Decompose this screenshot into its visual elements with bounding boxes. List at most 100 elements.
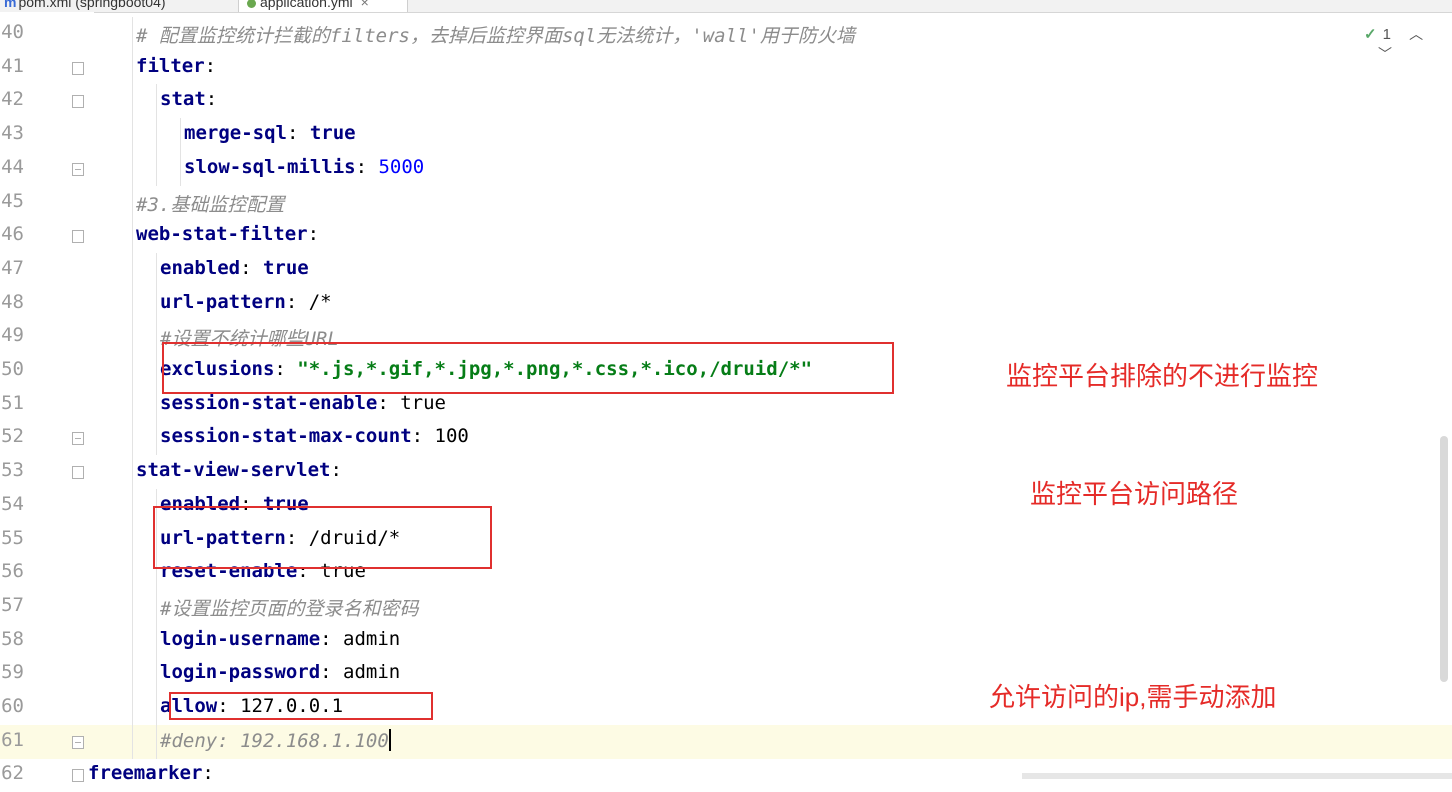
indent-guide (132, 219, 133, 254)
indent-guide (180, 151, 181, 186)
indent-guide (132, 286, 133, 321)
code-line[interactable]: 43 merge-sql: true (0, 118, 1452, 153)
tab-pom-xml[interactable]: m pom.xml (springboot04) (4, 0, 166, 12)
fold-end-icon[interactable] (72, 735, 84, 749)
code-line[interactable]: 57 #设置监控页面的登录名和密码 (0, 589, 1452, 624)
line-number: 48 (1, 290, 24, 313)
indent-guide (132, 623, 133, 658)
indent-guide (132, 724, 133, 759)
indent-guide (156, 691, 157, 725)
code-line[interactable]: 42 stat: (0, 84, 1452, 119)
line-number: 54 (1, 492, 24, 515)
line-number: 57 (1, 593, 24, 616)
code-token: session-stat-enable (160, 391, 378, 414)
chevron-down-icon[interactable]: ﹀ (1378, 46, 1392, 62)
code-token: #deny: 192.168.1.100 (160, 729, 389, 752)
code-text: #deny: 192.168.1.100 (160, 728, 391, 752)
indent-guide (156, 252, 157, 287)
code-line[interactable]: 48 url-pattern: /* (0, 286, 1452, 321)
line-number: 43 (1, 122, 24, 145)
code-token: # 配置监控统计拦截的filters，去掉后监控界面sql无法统计，'wall'… (136, 25, 855, 47)
check-icon: ✓ (1364, 26, 1377, 43)
line-number: 44 (1, 155, 24, 178)
annotation-exclusions: 监控平台排除的不进行监控 (1006, 361, 1319, 391)
indent-guide (156, 623, 157, 658)
code-token: : (205, 88, 218, 111)
code-token: stat-view-servlet (136, 459, 331, 482)
inspection-widget[interactable]: ✓ 1 ︿ ﹀ (1364, 24, 1452, 64)
indent-guide (132, 657, 133, 692)
indent-guide (132, 589, 133, 624)
line-number: 40 (1, 21, 24, 43)
close-icon[interactable]: × (361, 0, 369, 10)
code-token: freemarker (88, 762, 203, 785)
code-line[interactable]: 61 #deny: 192.168.1.100 (0, 724, 1452, 759)
indent-guide (132, 185, 133, 220)
code-line[interactable]: 40 # 配置监控统计拦截的filters，去掉后监控界面sql无法统计，'wal… (0, 17, 1452, 51)
code-editor[interactable]: 40 # 配置监控统计拦截的filters，去掉后监控界面sql无法统计，'wal… (0, 12, 1452, 784)
fold-start-icon[interactable] (72, 230, 84, 244)
inspection-count: 1 (1382, 26, 1391, 43)
code-text: login-username: admin (160, 628, 400, 650)
indent-guide (132, 488, 133, 523)
fold-end-icon[interactable] (72, 432, 84, 446)
indent-guide (132, 84, 133, 119)
vertical-scrollbar[interactable] (1440, 436, 1448, 682)
code-token: slow-sql-millis (184, 155, 356, 178)
line-number: 46 (1, 223, 24, 246)
code-line[interactable]: 47 enabled: true (0, 252, 1452, 287)
line-number: 62 (1, 762, 24, 785)
horizontal-scrollbar[interactable] (1022, 773, 1452, 779)
code-line[interactable]: 41 filter: (0, 50, 1452, 85)
indent-guide (132, 252, 133, 287)
yaml-icon (247, 0, 256, 8)
code-text: session-stat-enable: true (160, 392, 446, 414)
indent-guide (180, 118, 181, 153)
code-token: : (355, 155, 379, 178)
fold-end-icon[interactable] (72, 162, 84, 176)
code-line[interactable]: 46 web-stat-filter: (0, 219, 1452, 254)
code-token: login-password (160, 661, 321, 684)
indent-guide (132, 354, 133, 388)
code-token: stat (160, 88, 206, 111)
indent-guide (156, 657, 157, 692)
line-number: 51 (1, 391, 24, 414)
fold-start-icon[interactable] (72, 61, 84, 75)
code-token: : /* (285, 290, 332, 313)
code-line[interactable]: 45 #3.基础监控配置 (0, 185, 1452, 220)
code-line[interactable]: 52 session-stat-max-count: 100 (0, 421, 1452, 456)
line-number: 60 (1, 695, 24, 717)
code-text: filter: (136, 55, 216, 77)
fold-start-icon[interactable] (72, 769, 84, 783)
code-token: url-pattern (160, 290, 286, 313)
code-token: : (286, 122, 310, 145)
indent-guide (156, 118, 157, 153)
code-text: merge-sql: true (184, 122, 356, 144)
code-text: # 配置监控统计拦截的filters，去掉后监控界面sql无法统计，'wall'… (136, 21, 855, 48)
code-token: true (262, 256, 309, 279)
indent-guide (132, 522, 133, 557)
highlight-box-url-pattern (153, 506, 492, 569)
code-text: url-pattern: /* (160, 291, 332, 313)
fold-start-icon[interactable] (72, 95, 84, 109)
line-number: 52 (1, 425, 24, 448)
highlight-box-allow (169, 692, 433, 720)
code-token: web-stat-filter (136, 223, 308, 246)
indent-guide (132, 118, 133, 153)
code-token: : 100 (411, 425, 469, 448)
code-token: enabled (160, 256, 241, 279)
fold-start-icon[interactable] (72, 466, 84, 480)
code-text: web-stat-filter: (136, 223, 319, 245)
indent-guide (156, 589, 157, 624)
line-number: 55 (1, 526, 24, 549)
code-line[interactable]: 44 slow-sql-millis: 5000 (0, 151, 1452, 186)
code-text: #3.基础监控配置 (136, 190, 284, 217)
code-token: session-stat-max-count (160, 425, 412, 448)
code-line[interactable]: 58 login-username: admin (0, 623, 1452, 658)
chevron-up-icon[interactable]: ︿ (1409, 26, 1423, 42)
tab-application-yml[interactable]: application.yml × (238, 0, 408, 12)
indent-guide (132, 691, 133, 725)
annotation-access-path: 监控平台访问路径 (1030, 479, 1239, 509)
code-token: #3.基础监控配置 (136, 193, 285, 216)
indent-guide (132, 455, 133, 490)
